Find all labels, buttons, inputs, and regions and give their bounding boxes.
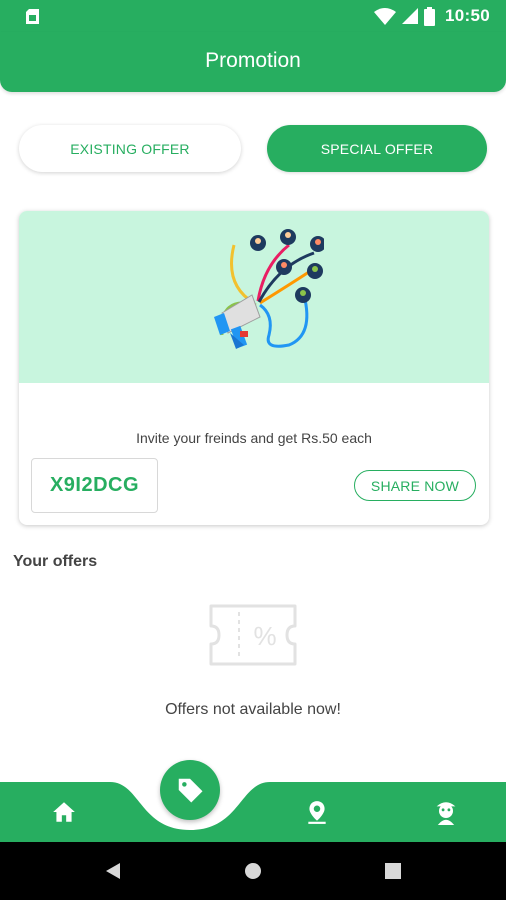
tab-existing-offer[interactable]: EXISTING OFFER: [19, 125, 241, 172]
status-bar: 10:50: [0, 0, 506, 32]
profile-avatar-icon[interactable]: [432, 797, 460, 825]
sim-card-icon: [26, 9, 39, 24]
system-nav-bar: [0, 842, 506, 900]
your-offers-title: Your offers: [13, 553, 98, 570]
referral-code[interactable]: X9I2DCG: [31, 458, 158, 513]
battery-icon: [424, 6, 436, 26]
discount-coupon-icon: %: [209, 604, 297, 666]
status-time: 10:50: [445, 6, 490, 25]
home-icon[interactable]: [51, 799, 77, 825]
empty-offers-text: Offers not available now!: [165, 701, 341, 718]
invite-text: Invite your freinds and get Rs.50 each: [136, 430, 372, 446]
page-title: Promotion: [205, 49, 301, 72]
referral-card: Invite your freinds and get Rs.50 each X…: [19, 211, 489, 525]
offers-tag-icon: [178, 778, 203, 803]
location-pin-icon[interactable]: [304, 799, 330, 825]
offers-tag-button[interactable]: [160, 760, 220, 820]
signal-icon: [402, 8, 419, 24]
recents-icon[interactable]: [385, 863, 401, 879]
svg-text:%: %: [253, 621, 276, 651]
back-icon[interactable]: [104, 862, 122, 880]
megaphone-referral-illustration: [214, 229, 324, 349]
referral-banner: [19, 211, 489, 383]
app-bar: Promotion: [0, 32, 506, 92]
wifi-icon: [374, 7, 397, 25]
share-now-button[interactable]: SHARE NOW: [354, 470, 476, 501]
home-circle-icon[interactable]: [244, 862, 262, 880]
tab-special-offer[interactable]: SPECIAL OFFER: [267, 125, 487, 172]
